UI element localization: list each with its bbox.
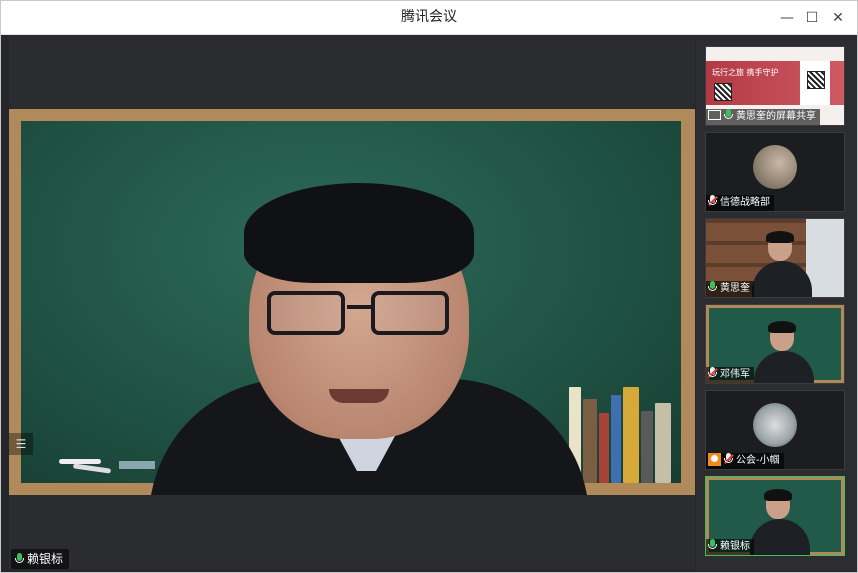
speaker-person — [129, 169, 609, 495]
participant-label: 赖银标 — [706, 539, 754, 555]
avatar — [753, 145, 797, 189]
glasses — [267, 291, 453, 337]
participant-label: 黄思奎 — [706, 281, 754, 297]
participant-tile-avatar[interactable]: 公会-小帼 — [705, 390, 845, 470]
participant-person — [754, 321, 814, 383]
participant-tile-screen-share[interactable]: 玩行之旅 携手守护 黄思奎的屏幕共享 — [705, 46, 845, 126]
participant-label: 黄思奎的屏幕共享 — [706, 109, 820, 125]
mic-on-icon — [708, 539, 717, 551]
participant-tile-avatar[interactable]: 信德战略部 — [705, 132, 845, 212]
window-title: 腾讯会议 — [401, 9, 457, 25]
participant-tile-active-speaker[interactable]: 赖银标 — [705, 476, 845, 556]
share-title: 玩行之旅 携手守护 — [712, 68, 779, 77]
screen-share-icon — [708, 110, 721, 120]
meeting-window: 腾讯会议 — ☐ ✕ ☰ 赖银标 玩行之旅 携手守护 黄思奎的屏幕共享 信德战略… — [0, 0, 858, 573]
maximize-button[interactable]: ☐ — [801, 7, 823, 29]
collapse-sidebar-icon[interactable]: ☰ — [9, 433, 33, 455]
qr-code-icon — [714, 83, 732, 101]
speaker-name: 赖银标 — [27, 552, 64, 566]
main-speaker-video[interactable] — [9, 109, 695, 495]
close-button[interactable]: ✕ — [827, 7, 849, 29]
participant-label: 公会-小帼 — [706, 453, 784, 469]
title-bar: 腾讯会议 — ☐ ✕ — [1, 1, 857, 35]
participant-person — [752, 231, 812, 297]
minimize-button[interactable]: — — [776, 7, 798, 29]
main-stage: ☰ 赖银标 — [9, 35, 695, 569]
mic-on-icon — [708, 281, 717, 293]
mic-on-icon — [15, 553, 24, 565]
participant-tile-video[interactable]: 邓伟军 — [705, 304, 845, 384]
speaker-name-label: 赖银标 — [11, 549, 70, 569]
participant-label: 信德战略部 — [706, 195, 774, 211]
mic-muted-icon — [708, 367, 718, 379]
participant-label: 邓伟军 — [706, 367, 754, 383]
avatar — [753, 403, 797, 447]
organization-icon — [708, 453, 721, 466]
qr-code-icon — [807, 71, 825, 89]
mic-muted-icon — [708, 195, 718, 207]
mic-muted-icon — [724, 453, 734, 465]
participant-person — [750, 489, 810, 555]
mic-on-icon — [724, 109, 733, 121]
participant-sidebar: 玩行之旅 携手守护 黄思奎的屏幕共享 信德战略部 黄思奎 邓伟军 公会-小帼 赖… — [696, 35, 857, 571]
participant-tile-video[interactable]: 黄思奎 — [705, 218, 845, 298]
chalk-piece — [59, 459, 101, 464]
